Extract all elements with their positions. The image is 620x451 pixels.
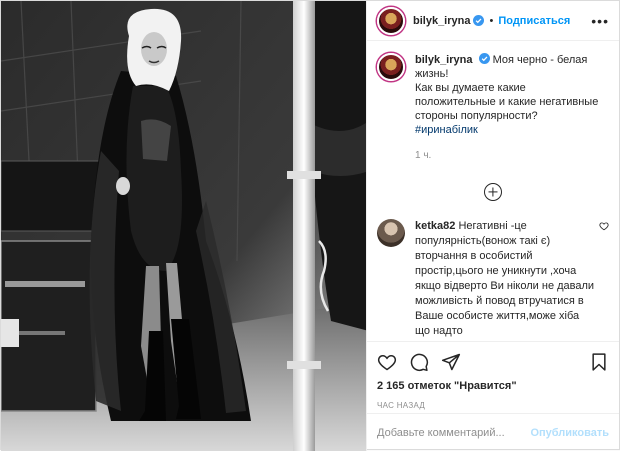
post-actions-area: 2 165 отметок "Нравится" час назад <box>367 341 619 410</box>
bookmark-icon[interactable] <box>589 352 609 372</box>
author-username[interactable]: bilyk_iryna <box>413 15 470 27</box>
comment-avatar[interactable] <box>377 219 405 247</box>
caption-body: bilyk_iryna Моя черно - белая жизнь! Как… <box>415 53 609 163</box>
action-bar <box>377 342 609 378</box>
post-caption: bilyk_iryna Моя черно - белая жизнь! Как… <box>377 53 609 163</box>
header-separator: • <box>489 14 494 27</box>
likes-count[interactable]: 2 165 отметок "Нравится" <box>377 380 609 392</box>
comment-icon[interactable] <box>409 352 429 372</box>
more-icon[interactable]: ••• <box>591 14 609 28</box>
add-comment-bar: Опубликовать <box>367 413 619 451</box>
caption-hashtag[interactable]: #иринабілик <box>415 124 478 136</box>
load-more-comments[interactable] <box>377 183 609 201</box>
photo-image <box>1 1 366 451</box>
post-container: bilyk_iryna • Подписаться ••• bilyk_iryn… <box>0 0 620 451</box>
caption-avatar[interactable] <box>377 53 405 81</box>
author-avatar[interactable] <box>377 6 405 35</box>
comments-section[interactable]: bilyk_iryna Моя черно - белая жизнь! Как… <box>367 41 619 341</box>
post-photo[interactable] <box>1 1 367 451</box>
verified-badge-icon <box>478 53 490 64</box>
share-icon[interactable] <box>441 352 461 372</box>
verified-badge-icon <box>473 15 485 26</box>
post-sidebar: bilyk_iryna • Подписаться ••• bilyk_iryn… <box>367 1 619 451</box>
comment-text: Негативні -це популярність(вонож такі є)… <box>415 220 595 337</box>
comment-input[interactable] <box>377 426 527 439</box>
comment-body: ketka82 Негативні -це популярність(вонож… <box>415 219 595 339</box>
comment-username[interactable]: ketka82 <box>415 220 455 232</box>
comment-item: ketka82 Негативні -це популярність(вонож… <box>377 219 609 339</box>
plus-circle-icon[interactable] <box>484 183 502 201</box>
caption-time: 1 ч. <box>415 150 432 161</box>
heart-icon[interactable] <box>599 221 609 231</box>
follow-button[interactable]: Подписаться <box>498 15 570 27</box>
post-header: bilyk_iryna • Подписаться ••• <box>367 1 619 41</box>
heart-icon[interactable] <box>377 352 397 372</box>
caption-username[interactable]: bilyk_iryna <box>415 54 472 66</box>
post-timestamp: час назад <box>377 401 426 410</box>
publish-button[interactable]: Опубликовать <box>530 427 609 439</box>
